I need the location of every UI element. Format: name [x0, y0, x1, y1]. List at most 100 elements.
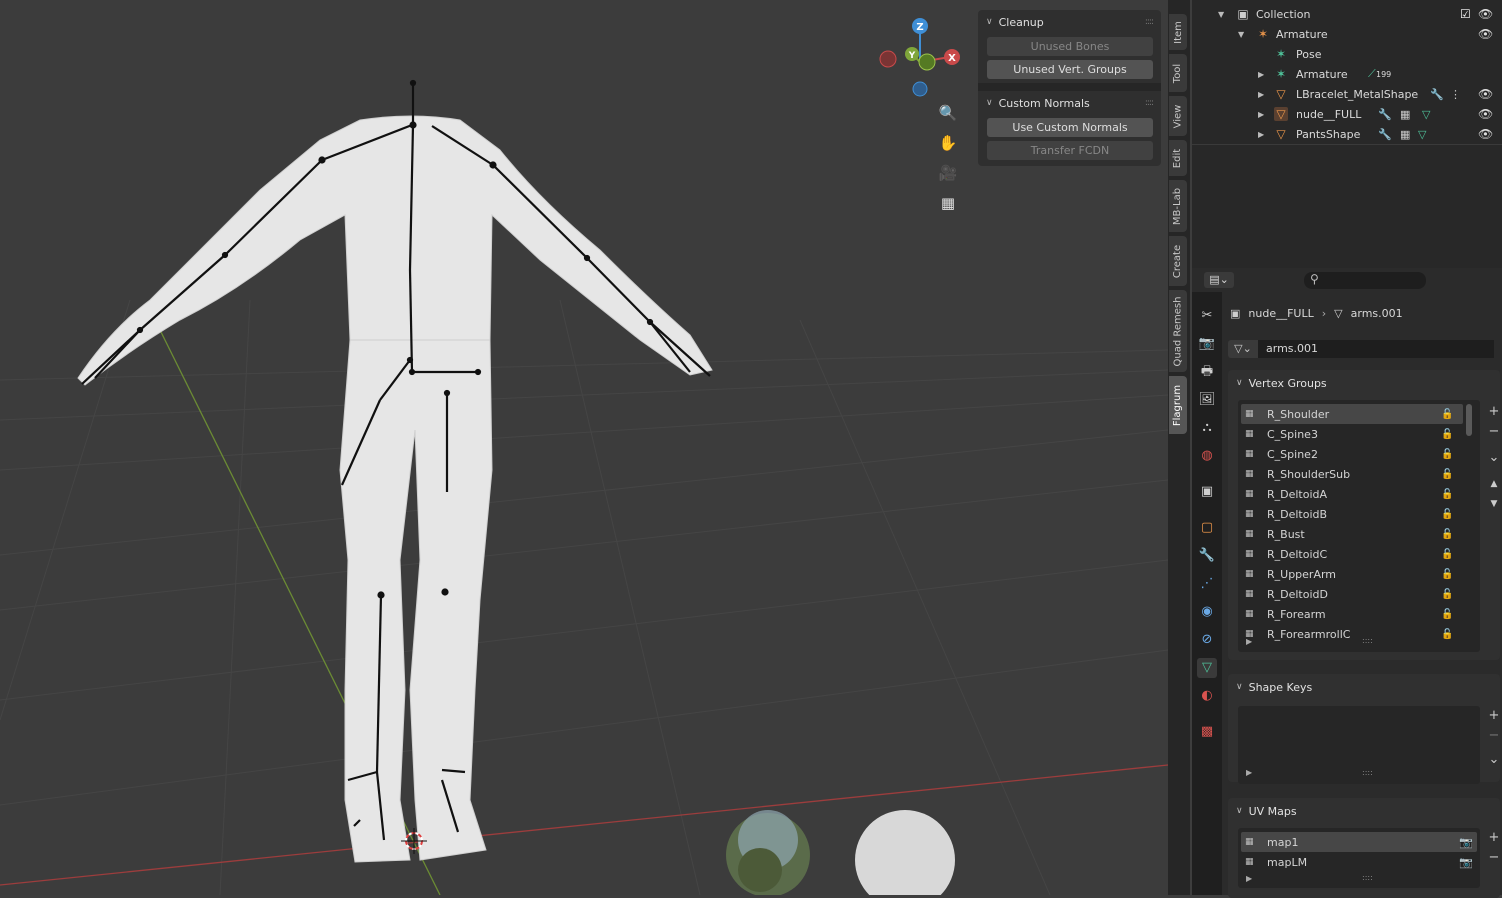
output-icon[interactable]: 🖶 [1197, 362, 1217, 382]
tool-icon[interactable]: ✂ [1197, 306, 1217, 326]
outliner-row-nude-full[interactable]: ▶ ▽ nude__FULL 🔧 ▦ ▽ 👁 [1192, 104, 1502, 124]
unlock-icon[interactable]: 🔓 [1441, 549, 1453, 560]
grid-ortho-icon[interactable]: ▦ [934, 189, 962, 217]
transfer-fcdn-button[interactable]: Transfer FCDN [987, 141, 1153, 160]
shape-keys-list[interactable]: ▶ :::: [1238, 706, 1480, 784]
expand-down-icon[interactable]: ▼ [1238, 30, 1244, 39]
remove-vertex-group-button[interactable]: − [1486, 424, 1502, 440]
uv-maps-header[interactable]: ∨ UV Maps [1228, 798, 1500, 824]
mesh-data-icon[interactable]: ▽ [1418, 128, 1426, 141]
vertex-group-row[interactable]: ▦ R_ShoulderSub 🔓 [1241, 464, 1463, 484]
resize-grip-icon[interactable]: :::: [1362, 768, 1373, 777]
mesh-data-icon[interactable]: ▽ [1197, 658, 1217, 678]
unlock-icon[interactable]: 🔓 [1441, 569, 1453, 580]
camera-icon[interactable]: 📷 [1459, 856, 1473, 869]
outliner-row-collection[interactable]: ▼ ▣ Collection ☑ 👁 [1192, 4, 1502, 24]
move-up-button[interactable]: ▲ [1486, 476, 1502, 492]
unlock-icon[interactable]: 🔓 [1441, 629, 1453, 640]
camera-icon[interactable]: 🎥 [934, 159, 962, 187]
unlock-icon[interactable]: 🔓 [1441, 489, 1453, 500]
list-scrollbar[interactable] [1466, 404, 1472, 436]
expand-down-icon[interactable]: ▼ [1218, 10, 1224, 19]
hand-pan-icon[interactable]: ✋ [934, 129, 962, 157]
resize-grip-icon[interactable]: :::: [1362, 636, 1373, 645]
resize-grip-icon[interactable]: :::: [1362, 873, 1373, 882]
uv-map-row[interactable]: ▦ map1 📷 [1241, 832, 1477, 852]
custom-normals-header[interactable]: ∨ Custom Normals :::: [978, 91, 1161, 115]
add-uv-map-button[interactable]: + [1486, 830, 1502, 846]
expand-right-icon[interactable]: ▶ [1246, 637, 1252, 646]
vertex-groups-list[interactable]: ▦ R_Shoulder 🔓 ▦ C_Spine3 🔓 ▦ C_Spine2 🔓 ▦ R_Shoul… [1238, 400, 1480, 652]
vertex-group-row[interactable]: ▦ R_Shoulder 🔓 [1241, 404, 1463, 424]
vertex-groups-icon[interactable]: ▦ [1400, 128, 1410, 141]
mesh-datablock[interactable]: ▽⌄ arms.001 [1228, 340, 1494, 358]
eye-icon[interactable]: 👁 [1478, 107, 1493, 121]
unlock-icon[interactable]: 🔓 [1441, 509, 1453, 520]
vertex-group-menu-button[interactable]: ⌄ [1486, 450, 1502, 466]
add-shape-key-button[interactable]: + [1486, 708, 1502, 724]
constraints-icon[interactable]: ⊘ [1197, 630, 1217, 650]
vertex-group-row[interactable]: ▦ R_Bust 🔓 [1241, 524, 1463, 544]
unlock-icon[interactable]: 🔓 [1441, 429, 1453, 440]
uv-map-row[interactable]: ▦ mapLM 📷 [1241, 852, 1477, 872]
collection-icon[interactable]: ▣ [1197, 482, 1217, 502]
more-icon[interactable]: ⋮ [1450, 88, 1461, 101]
expand-right-icon[interactable]: ▶ [1258, 130, 1264, 139]
camera-icon[interactable]: 📷 [1459, 836, 1473, 849]
tab-create[interactable]: Create [1169, 236, 1187, 286]
wrench-icon[interactable]: 🔧 [1378, 108, 1392, 121]
vertex-groups-icon[interactable]: ▦ [1400, 108, 1410, 121]
outliner-row-armature[interactable]: ▼ ✶ Armature 👁 [1192, 24, 1502, 44]
vertex-group-row[interactable]: ▦ R_UpperArm 🔓 [1241, 564, 1463, 584]
particles-icon[interactable]: ⋰ [1197, 574, 1217, 594]
vertex-groups-header[interactable]: ∨ Vertex Groups [1228, 370, 1500, 396]
gizmo-x-label[interactable]: X [948, 53, 956, 64]
eye-icon[interactable]: 👁 [1478, 127, 1493, 141]
view-layer-icon[interactable]: 🖼 [1197, 390, 1217, 410]
unused-bones-button[interactable]: Unused Bones [987, 37, 1153, 56]
tab-item[interactable]: Item [1169, 14, 1187, 50]
shape-keys-header[interactable]: ∨ Shape Keys [1228, 674, 1500, 700]
navigation-gizmo[interactable]: Z X Y [879, 18, 960, 97]
world-icon[interactable]: ◍ [1197, 446, 1217, 466]
vertex-group-row[interactable]: ▦ R_DeltoidD 🔓 [1241, 584, 1463, 604]
drag-grip-icon[interactable]: :::: [1145, 98, 1154, 108]
properties-search-input[interactable]: ⚲ [1304, 272, 1426, 289]
texture-icon[interactable]: ▩ [1197, 722, 1217, 742]
editor-type-icon[interactable]: ▤⌄ [1204, 272, 1234, 288]
3d-viewport[interactable]: Z X Y 🔍 ✋ 🎥 ▦ ∨ Cleanup :::: Unused Bone… [0, 0, 1168, 895]
unlock-icon[interactable]: 🔓 [1441, 589, 1453, 600]
modifier-icon[interactable]: 🔧 [1197, 546, 1217, 566]
vertex-group-row[interactable]: ▦ R_Forearm 🔓 [1241, 604, 1463, 624]
remove-uv-map-button[interactable]: − [1486, 850, 1502, 866]
mesh-browse-icon[interactable]: ▽⌄ [1228, 340, 1258, 358]
eye-icon[interactable]: 👁 [1478, 7, 1493, 21]
outliner-row-pose[interactable]: ✶ Pose [1192, 44, 1502, 64]
unlock-icon[interactable]: 🔓 [1441, 409, 1453, 420]
scene-icon[interactable]: ⛬ [1197, 418, 1217, 438]
add-vertex-group-button[interactable]: + [1486, 404, 1502, 420]
unlock-icon[interactable]: 🔓 [1441, 469, 1453, 480]
outliner-row-lbracelet[interactable]: ▶ ▽ LBracelet_MetalShape 🔧 ⋮ 👁 [1192, 84, 1502, 104]
wrench-icon[interactable]: 🔧 [1378, 128, 1392, 141]
tab-flagrum[interactable]: Flagrum [1169, 376, 1187, 434]
eye-icon[interactable]: 👁 [1478, 27, 1493, 41]
vertex-group-row[interactable]: ▦ C_Spine2 🔓 [1241, 444, 1463, 464]
mesh-name-field[interactable]: arms.001 [1258, 340, 1494, 358]
unlock-icon[interactable]: 🔓 [1441, 609, 1453, 620]
material-icon[interactable]: ◐ [1197, 686, 1217, 706]
uv-maps-list[interactable]: ▦ map1 📷 ▦ mapLM 📷 ▶ :::: [1238, 828, 1480, 888]
outliner-row-pantsshape[interactable]: ▶ ▽ PantsShape 🔧 ▦ ▽ 👁 [1192, 124, 1502, 144]
vertex-group-row[interactable]: ▦ R_DeltoidC 🔓 [1241, 544, 1463, 564]
expand-right-icon[interactable]: ▶ [1246, 768, 1252, 777]
vertex-group-row[interactable]: ▦ C_Spine3 🔓 [1241, 424, 1463, 444]
unused-vert-groups-button[interactable]: Unused Vert. Groups [987, 60, 1153, 79]
vertex-group-row[interactable]: ▦ R_DeltoidA 🔓 [1241, 484, 1463, 504]
cleanup-header[interactable]: ∨ Cleanup :::: [978, 10, 1161, 34]
drag-grip-icon[interactable]: :::: [1145, 17, 1154, 27]
use-custom-normals-button[interactable]: Use Custom Normals [987, 118, 1153, 137]
render-icon[interactable]: 📷 [1197, 334, 1217, 354]
gizmo-y-label[interactable]: Y [908, 51, 916, 61]
move-down-button[interactable]: ▼ [1486, 496, 1502, 512]
eye-icon[interactable]: 👁 [1478, 87, 1493, 101]
